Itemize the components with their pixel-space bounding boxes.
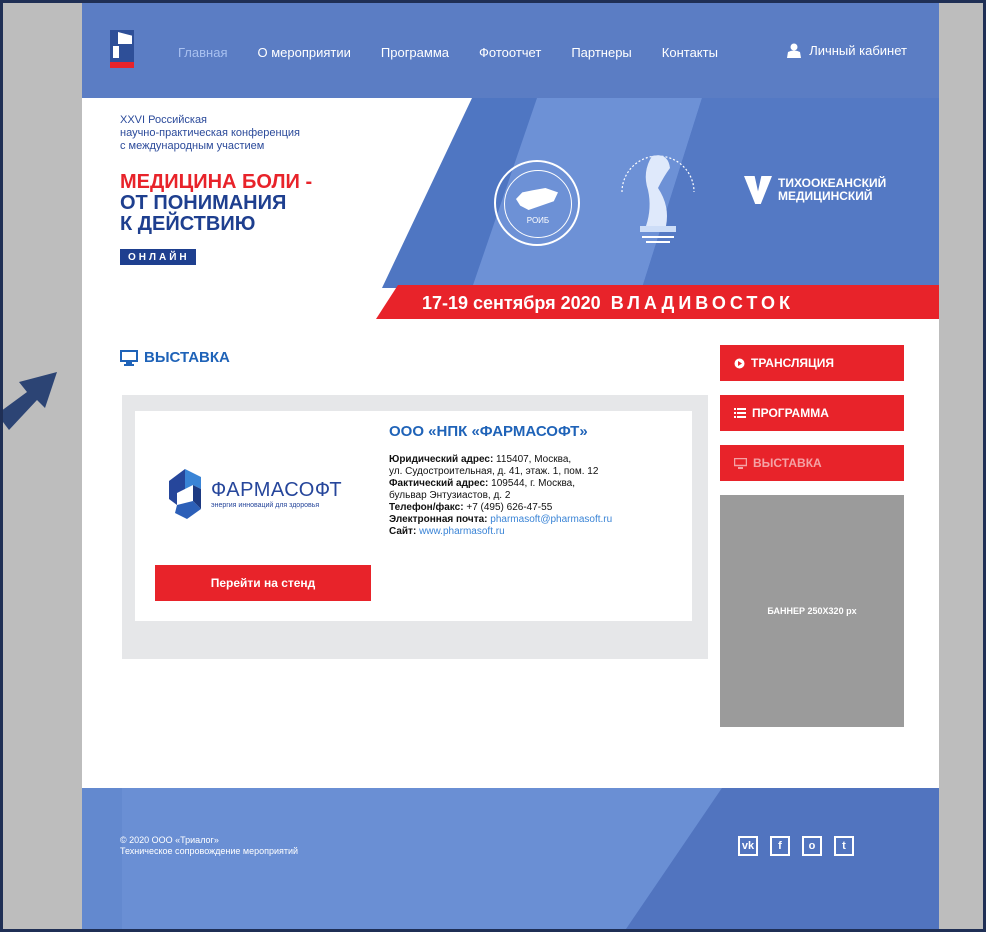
site-link[interactable]: www.pharmasoft.ru [419, 526, 505, 537]
hero-banner: XXVI Российская научно-практическая конф… [82, 98, 939, 320]
online-badge: ОНЛАЙН [120, 249, 196, 265]
vk-icon[interactable]: vk [738, 836, 758, 856]
play-circle-icon [734, 358, 745, 368]
ad-banner-placeholder: БАННЕР 250Х320 px [720, 495, 904, 727]
nav-link-about[interactable]: О мероприятии [257, 45, 350, 60]
odnoklassniki-icon[interactable]: o [802, 836, 822, 856]
user-icon [787, 43, 802, 58]
broadcast-button[interactable]: ТРАНСЛЯЦИЯ [720, 345, 904, 381]
nav-link-program[interactable]: Программа [381, 45, 449, 60]
go-to-stand-button[interactable]: Перейти на стенд [155, 565, 371, 601]
monitor-icon [734, 457, 747, 469]
nav-link-partners[interactable]: Партнеры [571, 45, 631, 60]
pharmasoft-mark-icon [169, 469, 201, 519]
roib-emblem: РОИБ [494, 160, 580, 246]
event-date: 17-19 сентября 2020 ВЛАДИВОСТОК [422, 293, 794, 313]
email-link[interactable]: pharmasoft@pharmasoft.ru [490, 514, 612, 525]
nav-link-contacts[interactable]: Контакты [662, 45, 718, 60]
pointer-arrow-icon [3, 372, 57, 430]
facebook-icon[interactable]: f [770, 836, 790, 856]
tmu-mark-icon [744, 176, 772, 204]
pharmasoft-logo: ФАРМАСОФТ энергия инноваций для здоровья [165, 465, 342, 523]
tmu-logo: ТИХООКЕАНСКИЙ МЕДИЦИНСКИЙ [744, 176, 886, 204]
conference-title: МЕДИЦИНА БОЛИ - ОТ ПОНИМАНИЯ К ДЕЙСТВИЮ [120, 171, 313, 235]
site-logo[interactable] [110, 30, 134, 68]
footer-copyright: © 2020 ООО «Триалог» Техническое сопрово… [120, 835, 299, 856]
company-details: Юридический адрес: 115407, Москва, ул. С… [389, 454, 613, 537]
exhibitor-card: ФАРМАСОФТ энергия инноваций для здоровья… [135, 411, 692, 621]
screenshot-frame: Главная О мероприятии Программа Фотоотче… [0, 0, 986, 932]
website: Главная О мероприятии Программа Фотоотче… [82, 3, 939, 929]
nav-link-home[interactable]: Главная [178, 45, 227, 60]
nav-link-photo-report[interactable]: Фотоотчет [479, 45, 541, 60]
program-button[interactable]: ПРОГРАММА [720, 395, 904, 431]
page-title: ВЫСТАВКА [120, 349, 230, 366]
twitter-icon[interactable]: t [834, 836, 854, 856]
conference-subtitle: XXVI Российская научно-практическая конф… [120, 114, 301, 152]
company-name: ООО «НПК «ФАРМАСОФТ» [389, 423, 588, 440]
monitor-icon [120, 349, 138, 366]
top-navigation: Главная О мероприятии Программа Фотоотче… [82, 3, 939, 98]
exhibition-container: ФАРМАСОФТ энергия инноваций для здоровья… [122, 395, 708, 659]
headache-society-emblem [621, 155, 695, 243]
cabinet-label: Личный кабинет [809, 43, 907, 58]
exhibition-button[interactable]: ВЫСТАВКА [720, 445, 904, 481]
social-links: vk f o t [738, 836, 854, 856]
personal-cabinet-link[interactable]: Личный кабинет [787, 43, 907, 58]
list-icon [734, 408, 746, 418]
footer-background [82, 788, 939, 929]
nav-links: Главная О мероприятии Программа Фотоотче… [178, 45, 748, 60]
